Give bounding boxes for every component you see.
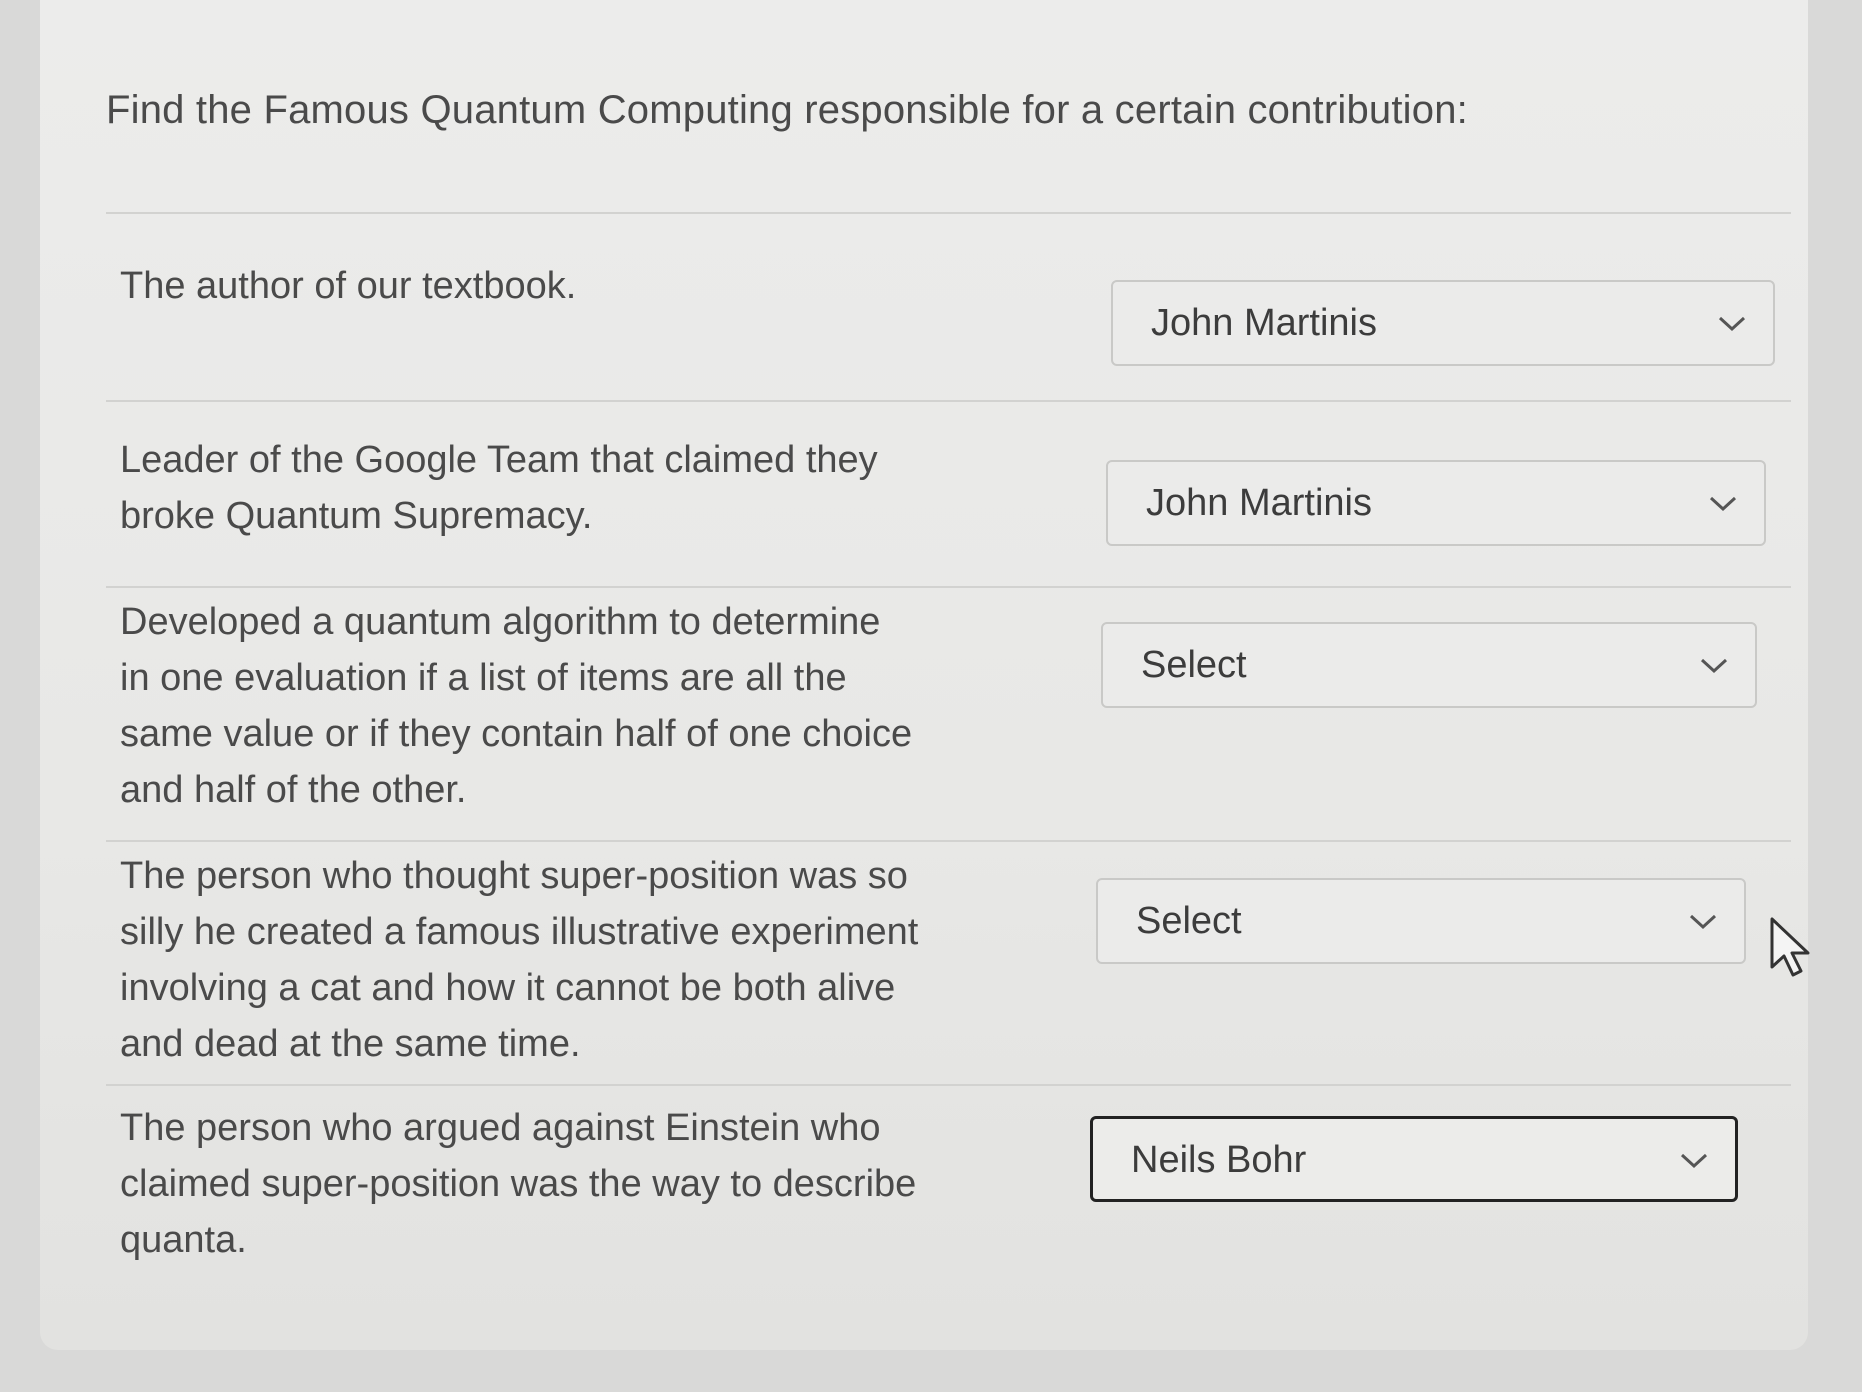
answer-dropdown-3[interactable]: Select: [1101, 622, 1757, 708]
question-title: Find the Famous Quantum Computing respon…: [106, 88, 1468, 132]
divider: [106, 400, 1791, 402]
chevron-down-icon: [1689, 914, 1717, 930]
chevron-down-icon: [1709, 496, 1737, 512]
dropdown-selected-value: John Martinis: [1146, 482, 1372, 524]
match-prompt: Developed a quantum algorithm to determi…: [120, 601, 913, 811]
chevron-down-icon: [1718, 316, 1746, 332]
dropdown-selected-value: Neils Bohr: [1131, 1139, 1307, 1181]
chevron-down-icon: [1680, 1153, 1708, 1169]
match-prompt: Leader of the Google Team that claimed t…: [120, 439, 878, 537]
dropdown-selected-value: Select: [1136, 900, 1242, 942]
divider: [106, 840, 1791, 842]
divider: [106, 1084, 1791, 1086]
match-prompt: The author of our textbook.: [120, 265, 577, 307]
answer-dropdown-2[interactable]: John Martinis: [1106, 460, 1766, 546]
chevron-down-icon: [1700, 658, 1728, 674]
dropdown-selected-value: Select: [1141, 644, 1247, 686]
divider: [106, 212, 1791, 214]
dropdown-selected-value: John Martinis: [1151, 302, 1377, 344]
match-prompt: The person who thought super-position wa…: [120, 855, 919, 1065]
divider: [106, 586, 1791, 588]
mouse-cursor-icon: [1770, 917, 1810, 977]
answer-dropdown-5[interactable]: Neils Bohr: [1090, 1116, 1738, 1202]
match-prompt: The person who argued against Einstein w…: [120, 1107, 917, 1261]
answer-dropdown-4[interactable]: Select: [1096, 878, 1746, 964]
answer-dropdown-1[interactable]: John Martinis: [1111, 280, 1775, 366]
